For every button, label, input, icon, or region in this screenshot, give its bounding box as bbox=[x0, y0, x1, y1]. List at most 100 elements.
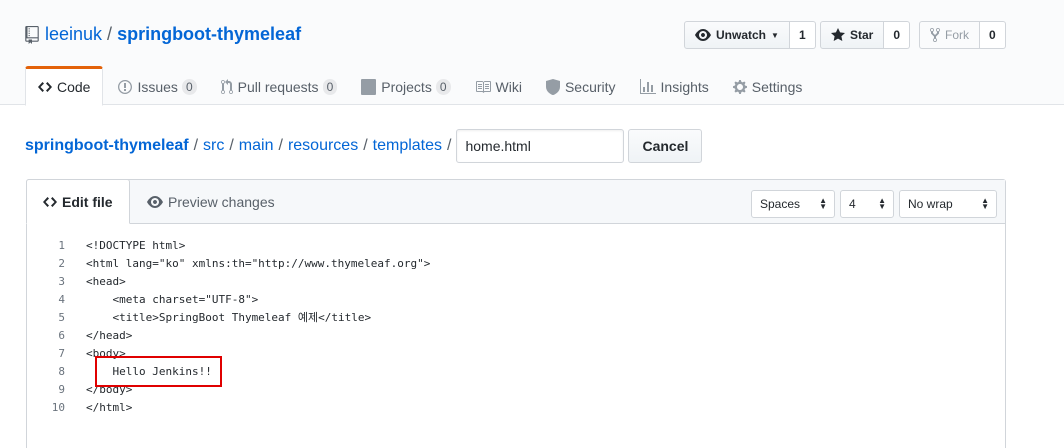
repo-icon bbox=[25, 25, 39, 44]
line-number: 10 bbox=[51, 400, 65, 414]
breadcrumb: springboot-thymeleaf / src / main / reso… bbox=[25, 129, 703, 163]
code-line: 2 <html lang="ko" xmlns:th="http://www.th… bbox=[27, 254, 430, 272]
breadcrumb-link-templates[interactable]: templates bbox=[373, 137, 442, 155]
line-number: 9 bbox=[58, 382, 65, 396]
editor-header: Edit file Preview changes Spaces ▲ ▼ 4 ▲ ▼… bbox=[26, 179, 1005, 224]
breadcrumb-separator: / bbox=[278, 137, 283, 154]
indent-size-select[interactable]: 4 ▲ ▼ bbox=[840, 190, 894, 218]
book-icon bbox=[475, 80, 491, 93]
file-editor: Edit file Preview changes Spaces ▲ ▼ 4 ▲ ▼… bbox=[26, 179, 1006, 448]
tab-preview-changes-label: Preview changes bbox=[168, 193, 275, 210]
star-group: Star 0 bbox=[820, 21, 911, 49]
filename-input[interactable] bbox=[456, 129, 625, 163]
code-icon bbox=[38, 82, 52, 92]
repo-header: leeinuk / springboot-thymeleaf Unwatch ▼… bbox=[0, 0, 1064, 106]
wrap-mode-select[interactable]: No wrap ▲ ▼ bbox=[899, 190, 997, 218]
select-arrows-icon: ▲ ▼ bbox=[819, 196, 827, 211]
code-line: 6 </head> bbox=[27, 326, 430, 344]
tab-wiki[interactable]: Wiki bbox=[460, 66, 531, 105]
star-icon bbox=[831, 28, 845, 41]
code-line: 8 Hello Jenkins!! bbox=[27, 362, 430, 380]
repo-separator: / bbox=[107, 24, 113, 44]
tab-code[interactable]: Code bbox=[25, 66, 104, 106]
tab-code-label: Code bbox=[57, 79, 91, 95]
breadcrumb-link-main[interactable]: main bbox=[239, 137, 274, 155]
line-content[interactable]: </head> bbox=[65, 329, 132, 342]
repo-owner-link[interactable]: leeinuk bbox=[45, 24, 102, 45]
indent-mode-value: Spaces bbox=[760, 197, 801, 211]
code-line: 7 <body> bbox=[27, 344, 430, 362]
indent-mode-select[interactable]: Spaces ▲ ▼ bbox=[751, 190, 835, 218]
star-count[interactable]: 0 bbox=[884, 21, 911, 49]
select-arrows-icon: ▲ ▼ bbox=[981, 196, 989, 211]
fork-label: Fork bbox=[945, 28, 969, 42]
tab-projects-label: Projects bbox=[381, 78, 432, 95]
breadcrumb-separator: / bbox=[447, 137, 452, 154]
wrap-mode-value: No wrap bbox=[908, 197, 953, 211]
star-button[interactable]: Star bbox=[820, 21, 885, 49]
line-content[interactable]: <html lang="ko" xmlns:th="http://www.thy… bbox=[65, 257, 430, 270]
shield-icon bbox=[545, 78, 560, 95]
tab-settings[interactable]: Settings bbox=[718, 66, 812, 105]
breadcrumb-root-link[interactable]: springboot-thymeleaf bbox=[25, 137, 189, 155]
tab-preview-changes[interactable]: Preview changes bbox=[131, 179, 291, 224]
graph-icon bbox=[639, 78, 656, 94]
tab-pull-requests[interactable]: Pull requests 0 bbox=[206, 66, 347, 105]
fork-count[interactable]: 0 bbox=[980, 21, 1006, 49]
tab-issues[interactable]: Issues 0 bbox=[103, 66, 205, 105]
line-content[interactable]: <head> bbox=[65, 275, 126, 288]
tab-issues-label: Issues bbox=[137, 78, 178, 95]
gear-icon bbox=[732, 79, 747, 94]
line-content[interactable]: Hello Jenkins!! bbox=[65, 365, 211, 378]
tab-pull-requests-label: Pull requests bbox=[237, 78, 319, 95]
breadcrumb-separator: / bbox=[229, 137, 234, 154]
repo-name-link[interactable]: springboot-thymeleaf bbox=[117, 24, 301, 45]
line-number: 1 bbox=[58, 238, 65, 252]
tab-insights-label: Insights bbox=[660, 78, 709, 95]
breadcrumb-separator: / bbox=[363, 137, 368, 154]
line-number: 7 bbox=[58, 346, 65, 360]
tab-edit-file[interactable]: Edit file bbox=[26, 179, 130, 224]
line-content[interactable]: </body> bbox=[65, 383, 132, 396]
tab-insights[interactable]: Insights bbox=[625, 66, 718, 105]
watch-count[interactable]: 1 bbox=[789, 21, 816, 49]
code-line: 10 </html> bbox=[27, 398, 430, 416]
line-number: 6 bbox=[58, 328, 65, 342]
indent-size-value: 4 bbox=[849, 197, 856, 211]
unwatch-label: Unwatch bbox=[716, 28, 767, 42]
issue-icon bbox=[118, 79, 133, 94]
breadcrumb-link-resources[interactable]: resources bbox=[288, 137, 358, 155]
issues-counter: 0 bbox=[181, 78, 197, 95]
caret-down-icon: ▼ bbox=[771, 30, 779, 40]
line-content[interactable]: <body> bbox=[65, 347, 126, 360]
code-line: 3 <head> bbox=[27, 272, 430, 290]
code-icon bbox=[43, 196, 57, 207]
fork-button[interactable]: Fork bbox=[919, 21, 980, 49]
line-number: 8 bbox=[58, 364, 65, 378]
code-line: 1 <!DOCTYPE html> bbox=[27, 236, 430, 254]
breadcrumb-link-src[interactable]: src bbox=[203, 137, 224, 155]
unwatch-button[interactable]: Unwatch ▼ bbox=[684, 21, 790, 49]
star-label: Star bbox=[850, 28, 874, 42]
tab-settings-label: Settings bbox=[751, 78, 803, 95]
tab-wiki-label: Wiki bbox=[495, 78, 522, 95]
line-content[interactable]: <!DOCTYPE html> bbox=[65, 239, 185, 252]
tab-projects[interactable]: Projects 0 bbox=[346, 66, 459, 105]
code-line: 4 <meta charset="UTF-8"> bbox=[27, 290, 430, 308]
select-arrows-icon: ▲ ▼ bbox=[878, 196, 886, 211]
repo-nav: Code Issues 0 Pull requests 0 Projects 0… bbox=[25, 66, 812, 106]
tab-edit-file-label: Edit file bbox=[62, 193, 113, 210]
breadcrumb-separator: / bbox=[193, 137, 199, 154]
pull-requests-counter: 0 bbox=[322, 78, 338, 95]
tab-security-label: Security bbox=[564, 78, 616, 95]
line-content[interactable]: <meta charset="UTF-8"> bbox=[65, 293, 258, 306]
line-number: 2 bbox=[58, 256, 65, 270]
line-content[interactable]: <title>SpringBoot Thymeleaf 예제</title> bbox=[65, 309, 371, 325]
cancel-button[interactable]: Cancel bbox=[628, 129, 703, 163]
line-content[interactable]: </html> bbox=[65, 401, 132, 414]
code-area[interactable]: 1 <!DOCTYPE html> 2 <html lang="ko" xmlns:… bbox=[27, 236, 431, 416]
pull-request-icon bbox=[220, 78, 233, 94]
tab-security[interactable]: Security bbox=[531, 66, 625, 105]
line-number: 4 bbox=[58, 292, 65, 306]
project-icon bbox=[361, 78, 377, 95]
